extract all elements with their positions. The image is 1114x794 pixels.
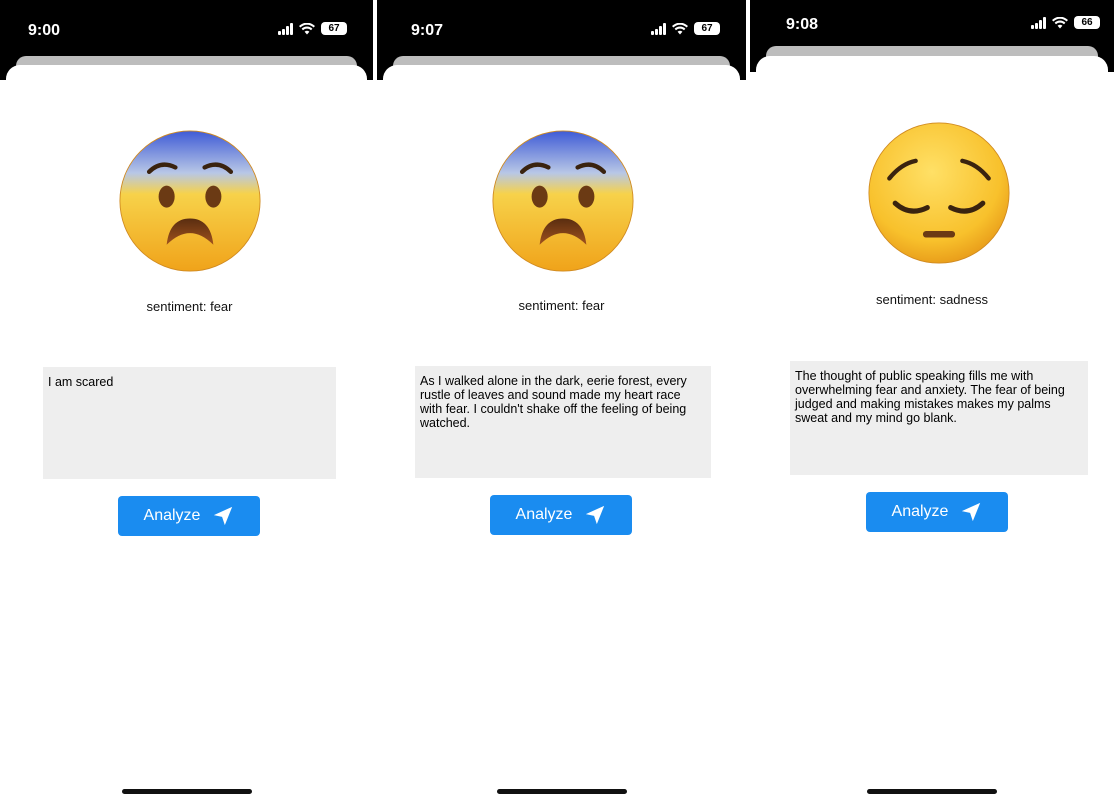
sentiment-label: sentiment: fear bbox=[146, 299, 233, 314]
analyze-button[interactable]: Analyze bbox=[866, 492, 1008, 532]
send-icon bbox=[214, 506, 233, 526]
signal-icon bbox=[651, 22, 666, 35]
analyze-button-label: Analyze bbox=[515, 506, 573, 523]
fearful-face-icon bbox=[492, 130, 634, 272]
battery-icon: 66 bbox=[1074, 16, 1100, 29]
phone-screen-3: 9:08 66 sentiment: sadness The thought o… bbox=[750, 0, 1114, 794]
text-input[interactable]: As I walked alone in the dark, eerie for… bbox=[415, 366, 711, 478]
status-icons: 67 bbox=[278, 22, 347, 35]
analyze-button-label: Analyze bbox=[891, 503, 949, 520]
phone-screen-1: 9:00 67 sentiment: fear I am scared Anal… bbox=[0, 0, 373, 794]
pensive-face-icon bbox=[868, 122, 1010, 264]
fearful-face-icon bbox=[119, 130, 261, 272]
analyze-button-label: Analyze bbox=[143, 507, 201, 524]
sentiment-label: sentiment: sadness bbox=[875, 292, 988, 307]
sentiment-label: sentiment: fear bbox=[518, 298, 605, 313]
wifi-icon bbox=[672, 22, 688, 34]
wifi-icon bbox=[1052, 16, 1068, 28]
send-icon bbox=[586, 505, 605, 525]
send-icon bbox=[962, 502, 981, 522]
battery-icon: 67 bbox=[321, 22, 347, 35]
battery-icon: 67 bbox=[694, 22, 720, 35]
home-indicator bbox=[121, 789, 252, 794]
phone-screen-2: 9:07 67 sentiment: fear As I walked alon… bbox=[377, 0, 746, 794]
text-input[interactable]: The thought of public speaking fills me … bbox=[790, 361, 1088, 475]
status-time: 9:07 bbox=[411, 22, 444, 39]
home-indicator bbox=[496, 789, 627, 794]
status-icons: 66 bbox=[1031, 16, 1100, 29]
home-indicator bbox=[867, 789, 997, 794]
wifi-icon bbox=[299, 22, 315, 34]
analyze-button[interactable]: Analyze bbox=[490, 495, 632, 535]
status-time: 9:00 bbox=[28, 22, 61, 39]
signal-icon bbox=[278, 22, 293, 35]
status-icons: 67 bbox=[651, 22, 720, 35]
analyze-button[interactable]: Analyze bbox=[118, 496, 260, 536]
status-time: 9:08 bbox=[786, 16, 819, 33]
signal-icon bbox=[1031, 16, 1046, 29]
text-input[interactable]: I am scared bbox=[43, 367, 336, 479]
